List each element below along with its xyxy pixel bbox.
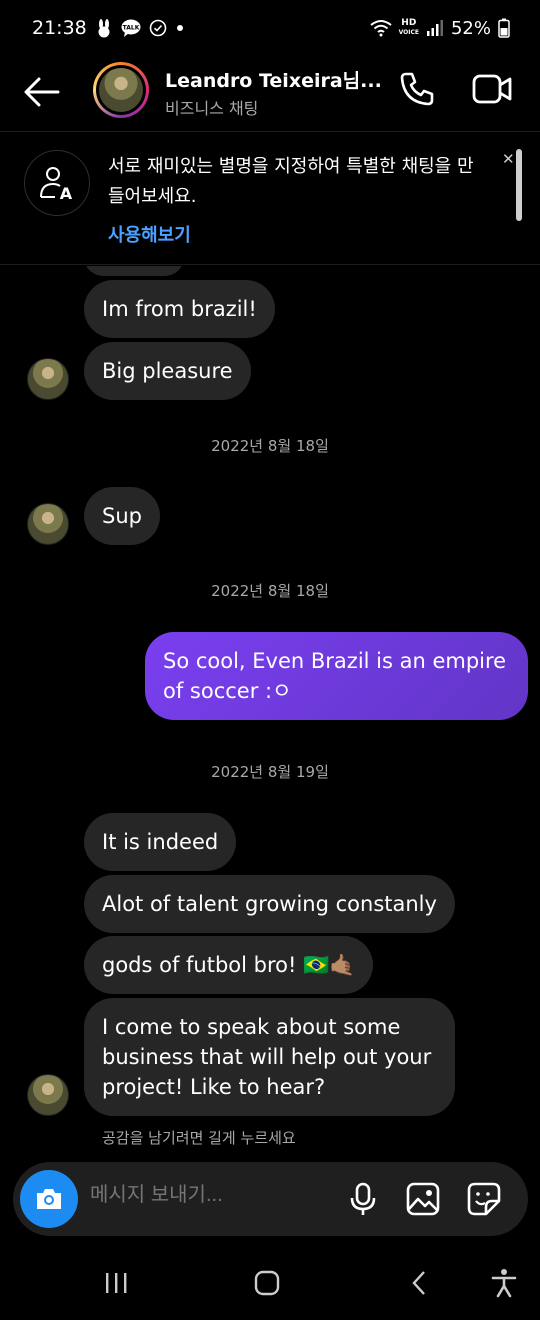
reaction-hint: 공감을 남기려면 길게 누르세요 <box>102 1129 296 1147</box>
banner-message: 서로 재미있는 별명을 지정하여 특별한 채팅을 만들어보세요. <box>108 156 474 207</box>
microphone-button[interactable] <box>345 1181 381 1217</box>
avatar-image <box>99 68 143 112</box>
profile-avatar[interactable] <box>93 62 149 118</box>
home-button[interactable] <box>249 1268 285 1298</box>
check-circle-icon <box>149 19 167 37</box>
battery-icon <box>498 18 510 38</box>
contact-name[interactable]: Leandro Teixeira님... <box>165 66 382 93</box>
sticker-icon <box>467 1182 501 1216</box>
chat-type-label: 비즈니스 채팅 <box>165 99 259 118</box>
recent-apps-icon <box>106 1273 127 1293</box>
sender-avatar[interactable] <box>27 503 69 545</box>
chat-header: Leandro Teixeira님... 비즈니스 채팅 <box>0 56 540 132</box>
sender-avatar[interactable] <box>27 358 69 400</box>
svg-text:A: A <box>60 184 73 203</box>
home-icon <box>254 1270 280 1296</box>
wifi-icon <box>369 19 392 37</box>
message-bubble-incoming[interactable]: gods of futbol bro! 🇧🇷🤙🏽 <box>84 936 374 994</box>
message-bubble-incoming[interactable]: Alot of talent growing constanly <box>84 875 455 933</box>
microphone-icon <box>350 1182 376 1215</box>
date-separator: 2022년 8월 18일 <box>211 582 329 600</box>
phone-icon <box>400 72 434 106</box>
message-bubble-incoming[interactable]: It is indeed <box>84 813 237 871</box>
status-time: 21:38 <box>32 17 87 39</box>
camera-button[interactable] <box>20 1170 78 1228</box>
system-navigation-bar <box>0 1246 540 1320</box>
chevron-left-icon <box>412 1271 425 1295</box>
nickname-icon: A <box>24 150 90 216</box>
back-nav-button[interactable] <box>401 1268 437 1298</box>
message-input[interactable] <box>90 1184 330 1207</box>
hd-label: HD <box>401 18 417 28</box>
nickname-suggestion-banner: A 서로 재미있는 별명을 지정하여 특별한 채팅을 만들어보세요. 사용해보기… <box>0 133 540 265</box>
message-bubble-outgoing[interactable]: So cool, Even Brazil is an empire of soc… <box>145 632 528 720</box>
accessibility-icon <box>491 1269 517 1298</box>
image-icon <box>406 1182 440 1216</box>
recent-apps-button[interactable] <box>98 1268 134 1298</box>
message-composer <box>13 1162 528 1236</box>
message-list[interactable]: Im from brazil! Big pleasure 2022년 8월 18… <box>0 266 540 1156</box>
back-button[interactable] <box>22 74 62 110</box>
arrow-left-icon <box>24 77 60 107</box>
talk-notification-icon: TALK <box>121 19 141 37</box>
date-separator: 2022년 8월 19일 <box>211 763 329 781</box>
signal-icon <box>426 19 444 37</box>
voice-label: VOICE <box>398 29 419 36</box>
date-separator: 2022년 8월 18일 <box>211 437 329 455</box>
more-notifications-dot-icon <box>175 23 185 33</box>
rabbit-notification-icon <box>95 18 113 38</box>
sender-avatar[interactable] <box>27 1074 69 1116</box>
try-it-link[interactable]: 사용해보기 <box>108 221 191 247</box>
sticker-button[interactable] <box>466 1181 502 1217</box>
close-icon[interactable]: ✕ <box>502 150 515 168</box>
gallery-button[interactable] <box>405 1181 441 1217</box>
camera-icon <box>37 1189 61 1209</box>
svg-text:TALK: TALK <box>122 25 139 32</box>
status-bar: 21:38 TALK HD VOICE 52% <box>0 0 540 56</box>
voice-call-button[interactable] <box>398 70 436 108</box>
accessibility-button[interactable] <box>486 1268 522 1298</box>
message-bubble-incoming[interactable]: I come to speak about some business that… <box>84 998 455 1116</box>
message-bubble-incoming[interactable]: Sup <box>84 487 160 545</box>
video-call-button[interactable] <box>472 72 512 106</box>
message-bubble-incoming[interactable]: Big pleasure <box>84 342 251 400</box>
scrollbar-thumb[interactable] <box>516 149 522 221</box>
message-bubble-incoming[interactable] <box>84 266 184 276</box>
battery-percent: 52% <box>450 17 491 39</box>
message-bubble-incoming[interactable]: Im from brazil! <box>84 280 275 338</box>
video-camera-icon <box>472 74 512 104</box>
hd-voice-icon: HD VOICE <box>399 19 419 37</box>
